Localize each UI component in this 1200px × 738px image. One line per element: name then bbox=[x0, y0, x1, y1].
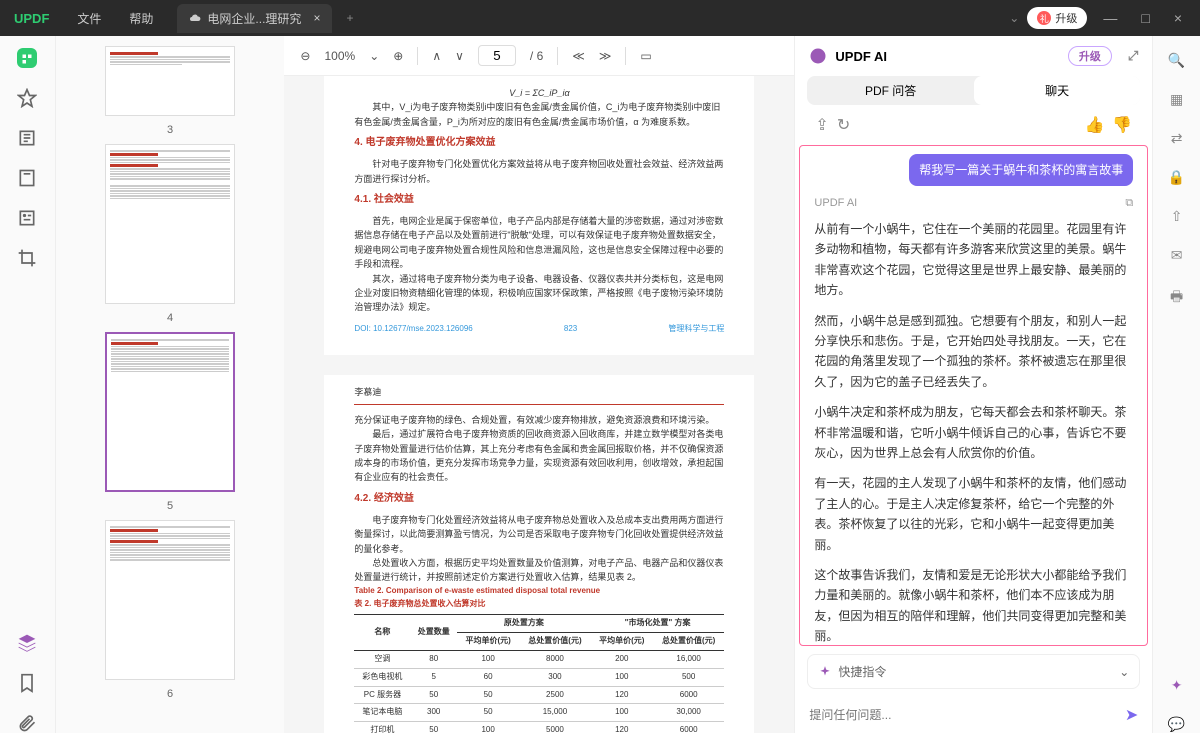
sparkle-icon bbox=[818, 665, 832, 679]
share-icon[interactable]: ⇪ bbox=[815, 117, 828, 134]
close-button[interactable]: × bbox=[1166, 10, 1190, 26]
cloud-icon bbox=[189, 12, 201, 24]
upgrade-button[interactable]: 礼 升级 bbox=[1027, 7, 1087, 29]
paragraph: 最后，通过扩展符合电子废弃物资质的回收商资源入回收商库，并建立数学模型对各类电子… bbox=[354, 427, 724, 485]
bookmark-icon[interactable] bbox=[17, 168, 37, 188]
expand-icon[interactable]: ⤢ bbox=[1128, 48, 1138, 64]
maximize-button[interactable]: □ bbox=[1133, 10, 1157, 26]
page-input[interactable] bbox=[478, 45, 516, 66]
last-page-button[interactable]: ≫ bbox=[599, 49, 612, 63]
print-icon[interactable]: 🖶 bbox=[1170, 286, 1183, 310]
close-tab-icon[interactable]: × bbox=[313, 11, 320, 25]
ribbon-icon[interactable] bbox=[17, 673, 37, 693]
minimize-button[interactable]: — bbox=[1095, 10, 1125, 26]
data-table: 名称处置数量原处置方案"市场化处置" 方案 平均单价(元)总处置价值(元)平均单… bbox=[354, 614, 724, 733]
paragraph: 电子废弃物专门化处置经济效益将从电子废弃物总处置收入及总成本支出费用两方面进行衡… bbox=[354, 513, 724, 556]
first-page-button[interactable]: ≪ bbox=[572, 49, 585, 63]
document-tab[interactable]: 电网企业...理研究 × bbox=[177, 4, 332, 33]
paragraph: 充分保证电子废弃物的绿色、合规处置，有效减少废弃物排放，避免资源浪费和环境污染。 bbox=[354, 413, 724, 427]
paragraph: 首先，电网企业是属于保密单位，电子产品内部是存储着大量的涉密数据，通过对涉密数据… bbox=[354, 214, 724, 272]
comment-icon[interactable]: 💬 bbox=[1168, 716, 1185, 733]
tab-pdf-qa[interactable]: PDF 问答 bbox=[807, 76, 973, 105]
heading: 4.2. 经济效益 bbox=[354, 491, 724, 507]
paragraph: 其中，V_i为电子废弃物类别i中废旧有色金属/贵金属价值，C_i为电子废弃物类别… bbox=[354, 100, 724, 129]
thumbnail-page[interactable] bbox=[105, 520, 235, 680]
thumbnail-page[interactable] bbox=[105, 332, 235, 492]
zoom-out-button[interactable]: ⊖ bbox=[300, 49, 310, 63]
prev-page-button[interactable]: ∧ bbox=[432, 49, 441, 63]
user-message: 帮我写一篇关于蜗牛和茶杯的寓言故事 bbox=[909, 154, 1133, 186]
quick-commands[interactable]: 快捷指令 ⌄ bbox=[807, 654, 1140, 689]
ai-flower-icon[interactable]: ✦ bbox=[1171, 677, 1183, 694]
paragraph: 总处置收入方面，根据历史平均处置数量及价值测算，对电子产品、电器产品和仪器仪表处… bbox=[354, 556, 724, 585]
menu-file[interactable]: 文件 bbox=[63, 10, 115, 27]
zoom-in-button[interactable]: ⊕ bbox=[393, 49, 403, 63]
attachment-icon[interactable] bbox=[17, 713, 37, 733]
table-caption: Table 2. Comparison of e-waste estimated… bbox=[354, 585, 724, 598]
text-tool-icon[interactable] bbox=[17, 128, 37, 148]
thumb-label: 6 bbox=[167, 688, 173, 700]
zoom-dropdown-icon[interactable]: ⌄ bbox=[369, 49, 379, 63]
gift-icon: 礼 bbox=[1037, 11, 1051, 25]
crop-icon[interactable] bbox=[17, 248, 37, 268]
author: 李慕迪 bbox=[354, 385, 724, 404]
quick-label: 快捷指令 bbox=[838, 663, 886, 680]
tab-chat[interactable]: 聊天 bbox=[974, 76, 1140, 105]
thumbnail-panel: 3 4 5 6 bbox=[56, 36, 285, 733]
ai-message: 从前有一个小蜗牛，它住在一个美丽的花园里。花园里有许多动物和植物，每天都有许多游… bbox=[814, 219, 1133, 646]
ai-upgrade-button[interactable]: 升级 bbox=[1068, 46, 1112, 66]
refresh-icon[interactable]: ↻ bbox=[837, 117, 850, 134]
heading: 4. 电子废弃物处置优化方案效益 bbox=[354, 135, 724, 151]
thumbnails-tool[interactable] bbox=[17, 48, 37, 68]
export-icon[interactable]: ⇧ bbox=[1171, 208, 1183, 225]
page-total: / 6 bbox=[530, 49, 543, 63]
zoom-level: 100% bbox=[324, 49, 355, 63]
table-caption: 表 2. 电子废弃物总处置收入估算对比 bbox=[354, 598, 724, 611]
thumb-label: 4 bbox=[167, 312, 173, 324]
form-icon[interactable] bbox=[17, 208, 37, 228]
page-number: 823 bbox=[564, 323, 577, 336]
paragraph: 针对电子废弃物专门化处置优化方案效益将从电子废弃物回收处置社会效益、经济效益两方… bbox=[354, 157, 724, 186]
journal-name: 管理科学与工程 bbox=[668, 323, 724, 336]
thumbs-down-icon[interactable]: 👎 bbox=[1112, 117, 1132, 134]
menu-help[interactable]: 帮助 bbox=[115, 10, 167, 27]
next-page-button[interactable]: ∨ bbox=[455, 49, 464, 63]
formula: V_i = ΣC_iP_iα bbox=[354, 86, 724, 100]
tab-title: 电网企业...理研究 bbox=[207, 10, 301, 27]
copy-icon[interactable]: ⧉ bbox=[1125, 194, 1133, 213]
thumb-label: 5 bbox=[167, 500, 173, 512]
chevron-down-icon[interactable]: ⌄ bbox=[1009, 11, 1019, 25]
pdf-page: V_i = ΣC_iP_iα 其中，V_i为电子废弃物类别i中废旧有色金属/贵金… bbox=[324, 76, 754, 355]
doi-link[interactable]: DOI: 10.12677/mse.2023.126096 bbox=[354, 323, 472, 336]
search-icon[interactable]: 🔍 bbox=[1168, 52, 1185, 69]
pdf-page: 李慕迪 充分保证电子废弃物的绿色、合规处置，有效减少废弃物排放，避免资源浪费和环… bbox=[324, 375, 754, 733]
chat-input[interactable] bbox=[809, 708, 1116, 722]
ai-logo-icon bbox=[809, 47, 827, 65]
highlighter-icon[interactable] bbox=[17, 88, 37, 108]
upgrade-label: 升级 bbox=[1055, 10, 1077, 26]
thumbnail-page[interactable] bbox=[105, 46, 235, 116]
chevron-down-icon[interactable]: ⌄ bbox=[1119, 665, 1129, 679]
lock-icon[interactable]: 🔒 bbox=[1168, 169, 1185, 186]
ocr-icon[interactable]: ▦ bbox=[1170, 91, 1183, 108]
convert-icon[interactable]: ⇄ bbox=[1171, 130, 1183, 147]
send-button[interactable]: ➤ bbox=[1125, 705, 1138, 725]
thumbnail-page[interactable] bbox=[105, 144, 235, 304]
new-tab-button[interactable]: + bbox=[346, 11, 353, 25]
ai-title: UPDF AI bbox=[835, 49, 887, 64]
present-icon[interactable]: ▭ bbox=[640, 49, 651, 63]
thumbs-up-icon[interactable]: 👍 bbox=[1084, 117, 1104, 134]
mail-icon[interactable]: ✉ bbox=[1171, 247, 1183, 264]
ai-sender-label: UPDF AI⧉ bbox=[814, 194, 1133, 213]
paragraph: 其次，通过将电子废弃物分类为电子设备、电器设备、仪器仪表共并分类标包，这是电网企… bbox=[354, 272, 724, 315]
app-logo: UPDF bbox=[0, 11, 63, 26]
heading: 4.1. 社会效益 bbox=[354, 192, 724, 208]
thumb-label: 3 bbox=[167, 124, 173, 136]
layers-icon[interactable] bbox=[17, 633, 37, 653]
